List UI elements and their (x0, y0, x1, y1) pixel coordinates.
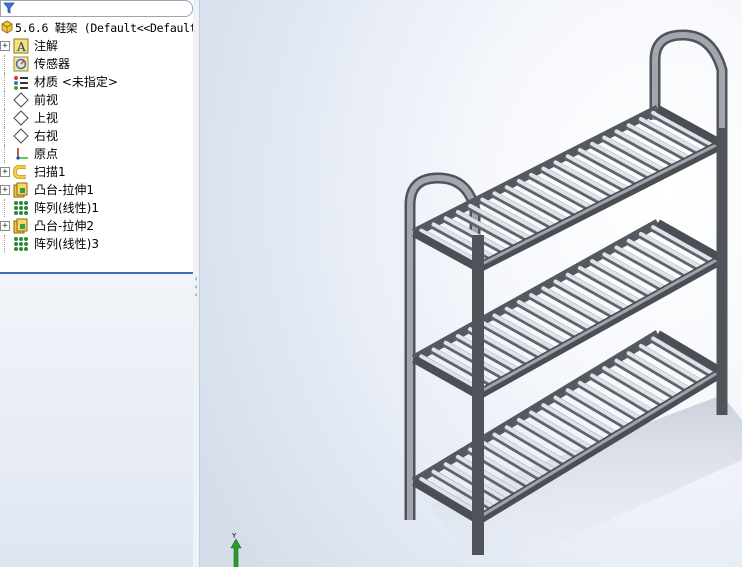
tree-item-label: 材质 <未指定> (34, 75, 118, 89)
linear-pattern-icon (14, 201, 28, 215)
tree-item[interactable]: 材质 <未指定> (0, 73, 193, 91)
plane-icon (13, 128, 29, 144)
tree-connector (4, 145, 5, 163)
expand-toggle-icon[interactable]: + (0, 41, 10, 51)
tree-item-label: 凸台-拉伸2 (34, 219, 94, 233)
sweep-icon (13, 165, 26, 179)
property-pane (0, 272, 193, 567)
tree-item-label: 阵列(线性)1 (34, 201, 99, 215)
tree-item[interactable]: + 凸台-拉伸2 (0, 217, 193, 235)
origin-icon (16, 148, 28, 160)
tree-item[interactable]: + 凸台-拉伸1 (0, 181, 193, 199)
boss-extrude-icon (13, 182, 28, 198)
tree-connector (4, 109, 5, 127)
tree-item-label: 前视 (34, 93, 59, 107)
tree-connector (4, 235, 5, 253)
boss-extrude-icon (13, 218, 28, 234)
y-axis-arrow-icon (230, 539, 242, 567)
tree-item[interactable]: 阵列(线性)3 (0, 235, 193, 253)
tree-item-label: 原点 (34, 147, 59, 161)
tree-item[interactable]: 阵列(线性)1 (0, 199, 193, 217)
expand-toggle-icon[interactable]: + (0, 185, 10, 195)
tree-item-label: 扫描1 (34, 165, 66, 179)
tree-connector (4, 55, 5, 73)
tree-item[interactable]: 右视 (0, 127, 193, 145)
tree-item[interactable]: 上视 (0, 109, 193, 127)
svg-text:A: A (16, 40, 26, 54)
part-icon (1, 20, 13, 34)
linear-pattern-icon (14, 237, 28, 251)
annotations-icon: A (13, 38, 29, 54)
tree-root-part[interactable]: 5.6.6 鞋架 (Default<<Default (0, 19, 193, 37)
sensors-icon (13, 56, 29, 72)
graphics-viewport[interactable] (200, 0, 742, 567)
tree-connector (4, 73, 5, 91)
expand-toggle-icon[interactable]: + (0, 221, 10, 231)
tree-connector (4, 127, 5, 145)
tree-item[interactable]: 前视 (0, 91, 193, 109)
tree-item-label: 阵列(线性)3 (34, 237, 99, 251)
plane-icon (13, 92, 29, 108)
shoe-rack-3d-model[interactable] (200, 0, 742, 567)
tree-item-label: 注解 (34, 39, 59, 53)
plane-icon (13, 110, 29, 126)
tree-item[interactable]: + A 注解 (0, 37, 193, 55)
tree-item-label: 传感器 (34, 57, 71, 71)
filter-bar[interactable] (0, 0, 193, 17)
tree-item-label: 上视 (34, 111, 59, 125)
tree-root-label: 5.6.6 鞋架 (Default<<Default (15, 21, 194, 35)
funnel-icon[interactable] (3, 2, 15, 14)
tree-item[interactable]: 传感器 (0, 55, 193, 73)
tree-item[interactable]: 原点 (0, 145, 193, 163)
expand-toggle-icon[interactable]: + (0, 167, 10, 177)
panel-splitter[interactable]: ‹ ‹ ‹ (193, 0, 200, 567)
tree-item-label: 右视 (34, 129, 59, 143)
tree-connector (4, 91, 5, 109)
coordinate-triad: Y (228, 533, 244, 567)
tree-connector (4, 199, 5, 217)
feature-manager-tree: 5.6.6 鞋架 (Default<<Default + A 注解传感器材质 <未指… (0, 0, 194, 567)
tree-item-label: 凸台-拉伸1 (34, 183, 94, 197)
material-icon (14, 76, 28, 90)
splitter-grip-icon[interactable]: ‹ ‹ ‹ (193, 275, 199, 301)
tree-item[interactable]: + 扫描1 (0, 163, 193, 181)
